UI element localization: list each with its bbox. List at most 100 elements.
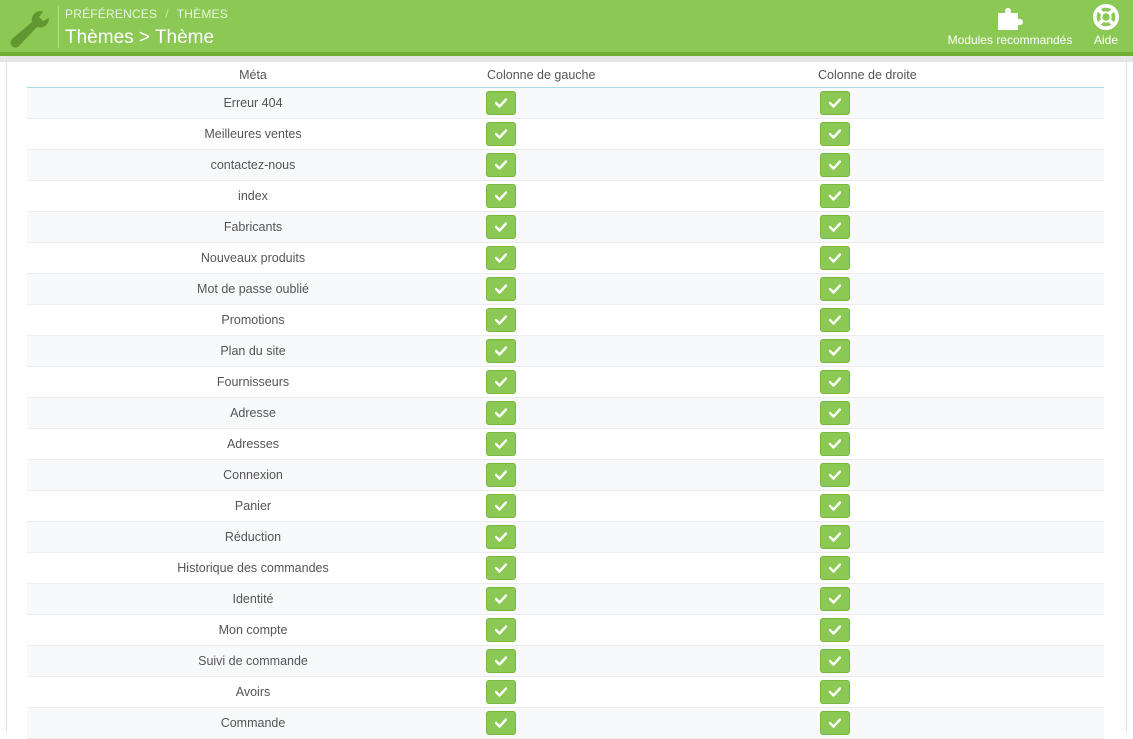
left-column-toggle[interactable] (486, 370, 516, 394)
left-column-toggle[interactable] (486, 587, 516, 611)
left-column-toggle[interactable] (486, 525, 516, 549)
right-column-toggle[interactable] (820, 432, 850, 456)
lifebuoy-icon (1093, 4, 1119, 30)
help-button[interactable]: Aide (1088, 4, 1124, 48)
table-row: Avoirs (27, 676, 1104, 708)
right-column-toggle[interactable] (820, 401, 850, 425)
right-column-toggle[interactable] (820, 618, 850, 642)
meta-name-cell: Meilleures ventes (27, 118, 479, 150)
meta-name-cell: Mot de passe oublié (27, 273, 479, 305)
right-column-toggle[interactable] (820, 246, 850, 270)
left-column-cell (479, 583, 810, 615)
right-column-toggle[interactable] (820, 370, 850, 394)
right-column-cell (810, 614, 1104, 646)
check-icon (829, 98, 841, 108)
left-column-toggle[interactable] (486, 556, 516, 580)
table-row: Plan du site (27, 335, 1104, 367)
puzzle-icon (998, 8, 1023, 30)
right-column-cell (810, 180, 1104, 212)
check-icon (829, 563, 841, 573)
breadcrumb-item-themes[interactable]: THÈMES (177, 7, 228, 21)
breadcrumb-item-preferences[interactable]: PRÉFÉRENCES (65, 7, 157, 21)
right-column-cell (810, 118, 1104, 150)
right-column-toggle[interactable] (820, 463, 850, 487)
check-icon (829, 625, 841, 635)
check-icon (829, 718, 841, 728)
meta-name-cell: Plan du site (27, 335, 479, 367)
left-column-toggle[interactable] (486, 649, 516, 673)
right-column-toggle[interactable] (820, 339, 850, 363)
meta-name-cell: Identité (27, 583, 479, 615)
column-header-right: Colonne de droite (810, 62, 1104, 88)
check-icon (829, 253, 841, 263)
right-column-toggle[interactable] (820, 153, 850, 177)
right-column-toggle[interactable] (820, 91, 850, 115)
table-row: index (27, 180, 1104, 212)
left-column-cell (479, 273, 810, 305)
left-column-toggle[interactable] (486, 463, 516, 487)
left-column-toggle[interactable] (486, 215, 516, 239)
check-icon (495, 501, 507, 511)
check-icon (829, 160, 841, 170)
check-icon (829, 408, 841, 418)
left-column-toggle[interactable] (486, 308, 516, 332)
check-icon (829, 315, 841, 325)
right-column-toggle[interactable] (820, 587, 850, 611)
table-row: Adresse (27, 397, 1104, 429)
check-icon (495, 408, 507, 418)
right-column-toggle[interactable] (820, 649, 850, 673)
right-column-toggle[interactable] (820, 184, 850, 208)
table-row: Fournisseurs (27, 366, 1104, 398)
check-icon (829, 346, 841, 356)
left-column-toggle[interactable] (486, 339, 516, 363)
right-column-toggle[interactable] (820, 494, 850, 518)
right-column-toggle[interactable] (820, 525, 850, 549)
right-column-cell (810, 552, 1104, 584)
right-column-toggle[interactable] (820, 556, 850, 580)
left-column-cell (479, 87, 810, 119)
right-column-cell (810, 707, 1104, 739)
check-icon (829, 501, 841, 511)
left-column-cell (479, 521, 810, 553)
table-row: Erreur 404 (27, 87, 1104, 119)
table-row: Nouveaux produits (27, 242, 1104, 274)
right-column-cell (810, 87, 1104, 119)
breadcrumb-separator: / (165, 7, 169, 21)
left-column-cell (479, 366, 810, 398)
left-column-toggle[interactable] (486, 711, 516, 735)
right-column-toggle[interactable] (820, 680, 850, 704)
left-column-cell (479, 304, 810, 336)
left-column-toggle[interactable] (486, 122, 516, 146)
right-column-cell (810, 521, 1104, 553)
check-icon (495, 563, 507, 573)
left-column-toggle[interactable] (486, 494, 516, 518)
right-column-toggle[interactable] (820, 122, 850, 146)
recommended-modules-button[interactable]: Modules recommandés (944, 4, 1076, 48)
table-row: contactez-nous (27, 149, 1104, 181)
meta-name-cell: Mon compte (27, 614, 479, 646)
right-column-toggle[interactable] (820, 215, 850, 239)
left-column-toggle[interactable] (486, 246, 516, 270)
check-icon (495, 625, 507, 635)
left-column-toggle[interactable] (486, 618, 516, 642)
left-column-cell (479, 645, 810, 677)
left-column-toggle[interactable] (486, 184, 516, 208)
left-column-cell (479, 459, 810, 491)
right-column-toggle[interactable] (820, 277, 850, 301)
left-column-toggle[interactable] (486, 401, 516, 425)
left-column-cell (479, 149, 810, 181)
left-column-toggle[interactable] (486, 91, 516, 115)
right-column-toggle[interactable] (820, 308, 850, 332)
left-column-toggle[interactable] (486, 277, 516, 301)
left-column-toggle[interactable] (486, 680, 516, 704)
check-icon (829, 191, 841, 201)
right-column-cell (810, 490, 1104, 522)
right-column-cell (810, 459, 1104, 491)
meta-name-cell: Réduction (27, 521, 479, 553)
right-column-toggle[interactable] (820, 711, 850, 735)
left-column-toggle[interactable] (486, 153, 516, 177)
breadcrumb: PRÉFÉRENCES / THÈMES (65, 7, 228, 23)
top-header: PRÉFÉRENCES / THÈMES Thèmes > Thème Module… (0, 0, 1133, 52)
left-column-toggle[interactable] (486, 432, 516, 456)
meta-name-cell: Nouveaux produits (27, 242, 479, 274)
